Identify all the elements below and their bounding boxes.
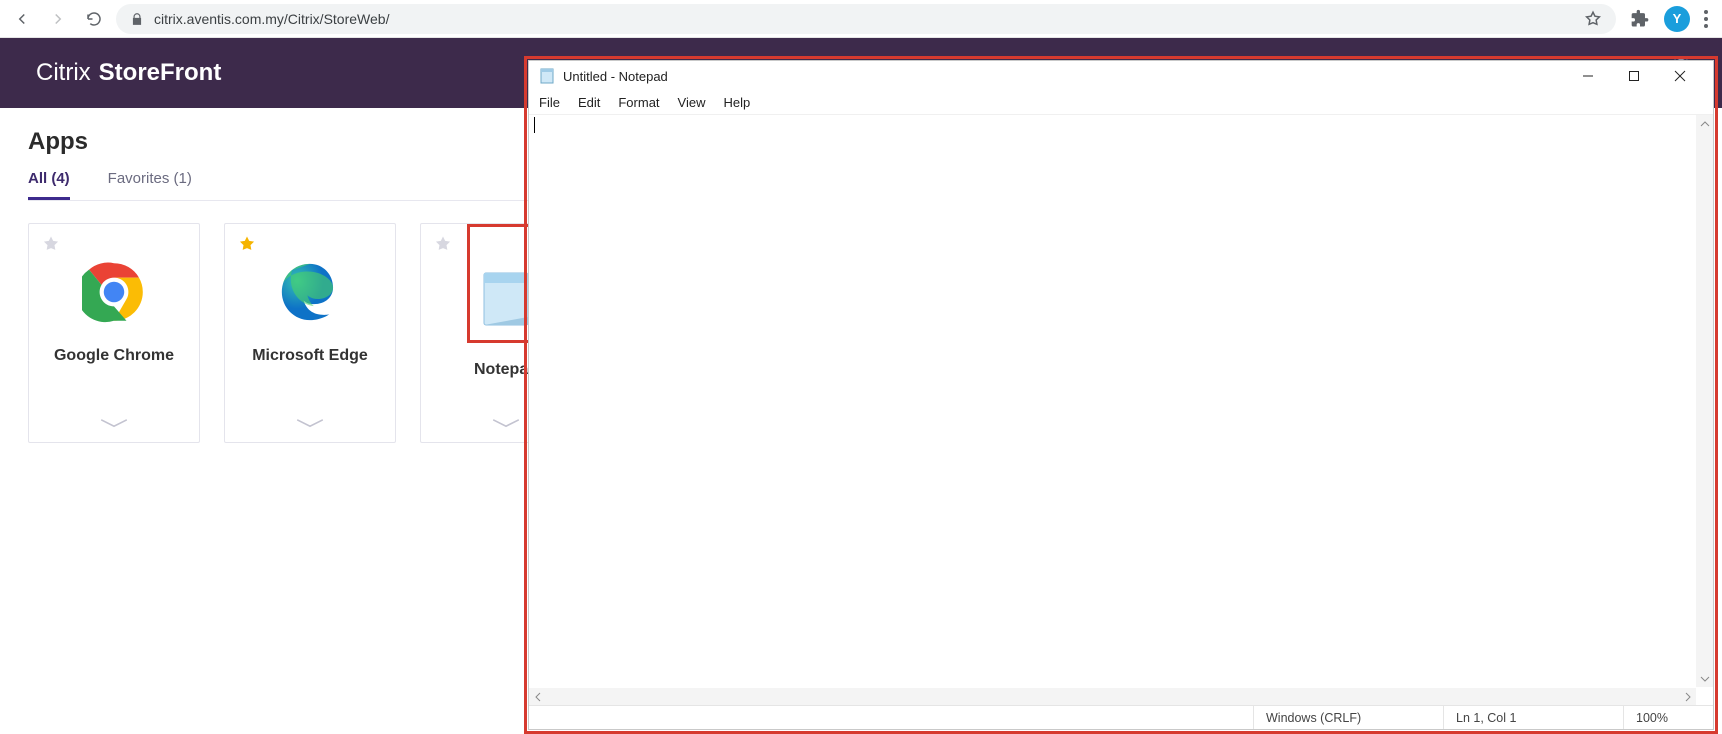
status-spacer — [529, 706, 1253, 729]
chevron-down-icon[interactable] — [294, 416, 326, 430]
notepad-menubar: File Edit Format View Help — [529, 91, 1713, 115]
profile-avatar[interactable]: Y — [1664, 6, 1690, 32]
menu-format[interactable]: Format — [618, 95, 659, 110]
app-card-chrome[interactable]: Google Chrome — [28, 223, 200, 443]
browser-toolbar: citrix.aventis.com.my/Citrix/StoreWeb/ Y — [0, 0, 1722, 38]
back-button[interactable] — [8, 5, 36, 33]
favorite-star-icon[interactable] — [237, 234, 257, 254]
scroll-left-icon[interactable] — [529, 688, 546, 705]
menu-help[interactable]: Help — [723, 95, 750, 110]
app-name: Google Chrome — [54, 347, 174, 365]
extensions-icon[interactable] — [1630, 9, 1650, 29]
reload-button[interactable] — [80, 5, 108, 33]
favorite-star-icon[interactable] — [433, 234, 453, 254]
favorite-star-icon[interactable] — [41, 234, 61, 254]
notepad-icon — [539, 68, 555, 84]
chrome-menu-icon[interactable] — [1704, 10, 1708, 28]
menu-view[interactable]: View — [678, 95, 706, 110]
brand-light: Citrix — [36, 59, 91, 87]
horizontal-scrollbar[interactable] — [529, 688, 1696, 705]
tab-all[interactable]: All (4) — [28, 170, 70, 200]
text-caret — [534, 117, 535, 133]
maximize-button[interactable] — [1611, 61, 1657, 91]
address-bar[interactable]: citrix.aventis.com.my/Citrix/StoreWeb/ — [116, 4, 1616, 34]
url-text: citrix.aventis.com.my/Citrix/StoreWeb/ — [154, 11, 389, 27]
notepad-statusbar: Windows (CRLF) Ln 1, Col 1 100% — [529, 705, 1713, 729]
notepad-titlebar[interactable]: Untitled - Notepad — [529, 61, 1713, 91]
menu-edit[interactable]: Edit — [578, 95, 600, 110]
minimize-button[interactable] — [1565, 61, 1611, 91]
tab-favorites[interactable]: Favorites (1) — [108, 170, 192, 200]
chrome-icon — [82, 260, 146, 324]
app-card-edge[interactable]: Microsoft Edge — [224, 223, 396, 443]
edge-icon — [278, 260, 342, 324]
notepad-title: Untitled - Notepad — [563, 69, 668, 84]
menu-file[interactable]: File — [539, 95, 560, 110]
scroll-down-icon[interactable] — [1696, 670, 1713, 687]
notepad-text-area[interactable] — [529, 115, 1713, 705]
brand-bold: StoreFront — [99, 59, 222, 87]
notepad-window: Untitled - Notepad File Edit Format View… — [528, 60, 1714, 730]
star-icon[interactable] — [1584, 10, 1602, 28]
scroll-right-icon[interactable] — [1679, 688, 1696, 705]
status-encoding: Windows (CRLF) — [1253, 706, 1443, 729]
close-button[interactable] — [1657, 61, 1703, 91]
chevron-down-icon[interactable] — [490, 416, 522, 430]
lock-icon — [130, 12, 144, 26]
status-position: Ln 1, Col 1 — [1443, 706, 1623, 729]
status-zoom: 100% — [1623, 706, 1713, 729]
app-name: Microsoft Edge — [252, 347, 368, 365]
scroll-up-icon[interactable] — [1696, 115, 1713, 132]
chevron-down-icon[interactable] — [98, 416, 130, 430]
vertical-scrollbar[interactable] — [1696, 115, 1713, 687]
forward-button[interactable] — [44, 5, 72, 33]
